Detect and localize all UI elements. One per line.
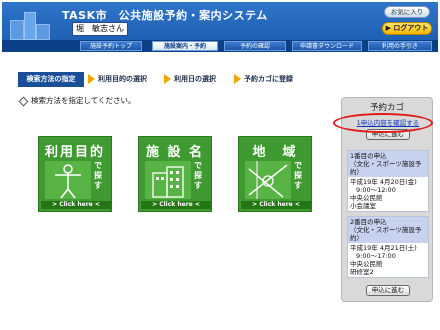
step-current: 検索方法の指定	[18, 72, 84, 87]
logout-button[interactable]: ▶ ログアウト	[382, 22, 432, 35]
favorites-button[interactable]: お気に入り	[384, 6, 430, 18]
tile-subtitle: で探す	[94, 161, 102, 190]
tile-title: 施 設 名	[145, 145, 205, 160]
nav-download[interactable]: 申請書ダウンロード	[292, 41, 362, 51]
cart-entry-header: 2番目の申込 （文化・スポーツ施設予約）	[348, 217, 428, 243]
cart-entry-header: 1番目の申込 （文化・スポーツ施設予約）	[348, 151, 428, 177]
search-by-facility-tile[interactable]: 施 設 名 で探す > Click here <	[138, 136, 212, 212]
site-title: TASK市 公共施設予約・案内システム	[62, 9, 268, 22]
cart-entry-body: 平成19年 4月20日(金) 9:00～12:00 中央公民館 小会議室	[350, 178, 417, 210]
nav-confirm[interactable]: 予約の確認	[224, 41, 286, 51]
cart-entry-body: 平成19年 4月21日(土) 9:00～17:00 中央公民館 研修室2	[350, 244, 417, 276]
city-logo	[8, 6, 52, 40]
instruction-text: 検索方法を指定してください。	[18, 95, 136, 106]
step-arrow-icon	[164, 74, 171, 84]
step-arrow-icon	[234, 74, 241, 84]
person-icon	[45, 161, 91, 199]
tile-title: 地 域	[252, 145, 298, 160]
cart-entry[interactable]: 1番目の申込 （文化・スポーツ施設予約） 平成19年 4月20日(金) 9:00…	[347, 150, 429, 212]
map-icon	[245, 161, 291, 199]
app-header: TASK市 公共施設予約・案内システム 堀 敏志さん お気に入り ▶ ログアウト	[2, 2, 438, 42]
step-arrow-icon	[88, 74, 95, 84]
building-icon	[145, 161, 191, 199]
main-nav: 施設予約トップ 施設案内・予約 予約の確認 申請書ダウンロード 利用の手引き	[2, 40, 438, 52]
search-by-area-tile[interactable]: 地 域 で探す > Click here <	[238, 136, 312, 212]
nav-top[interactable]: 施設予約トップ	[80, 41, 142, 51]
step-purpose: 利用目的の選択	[98, 75, 147, 83]
highlight-ring	[333, 113, 433, 133]
step-indicator: 検索方法の指定 利用目的の選択 利用日の選択 予約カゴに登録	[18, 72, 336, 87]
cart-title: 予約カゴ	[369, 103, 404, 113]
user-name-badge: 堀 敏志さん	[72, 22, 128, 36]
apply-button-bottom[interactable]: 申込に進む	[366, 285, 410, 296]
step-date: 利用日の選択	[174, 75, 216, 83]
diamond-icon	[18, 96, 29, 106]
page-frame: TASK市 公共施設予約・案内システム 堀 敏志さん お気に入り ▶ ログアウト…	[0, 0, 440, 330]
cart-entry[interactable]: 2番目の申込 （文化・スポーツ施設予約） 平成19年 4月21日(土) 9:00…	[347, 216, 429, 278]
tile-subtitle: で探す	[294, 161, 302, 190]
click-here-label: > Click here <	[41, 201, 111, 209]
step-cart: 予約カゴに登録	[244, 75, 293, 83]
search-by-purpose-tile[interactable]: 利用目的 で探す > Click here <	[38, 136, 112, 212]
tile-subtitle: で探す	[194, 161, 202, 190]
click-here-label: > Click here <	[141, 201, 211, 209]
tile-title: 利用目的	[44, 145, 105, 160]
click-here-label: > Click here <	[241, 201, 311, 209]
nav-guide[interactable]: 利用の手引き	[368, 41, 432, 51]
nav-facility-guide[interactable]: 施設案内・予約	[152, 41, 218, 51]
